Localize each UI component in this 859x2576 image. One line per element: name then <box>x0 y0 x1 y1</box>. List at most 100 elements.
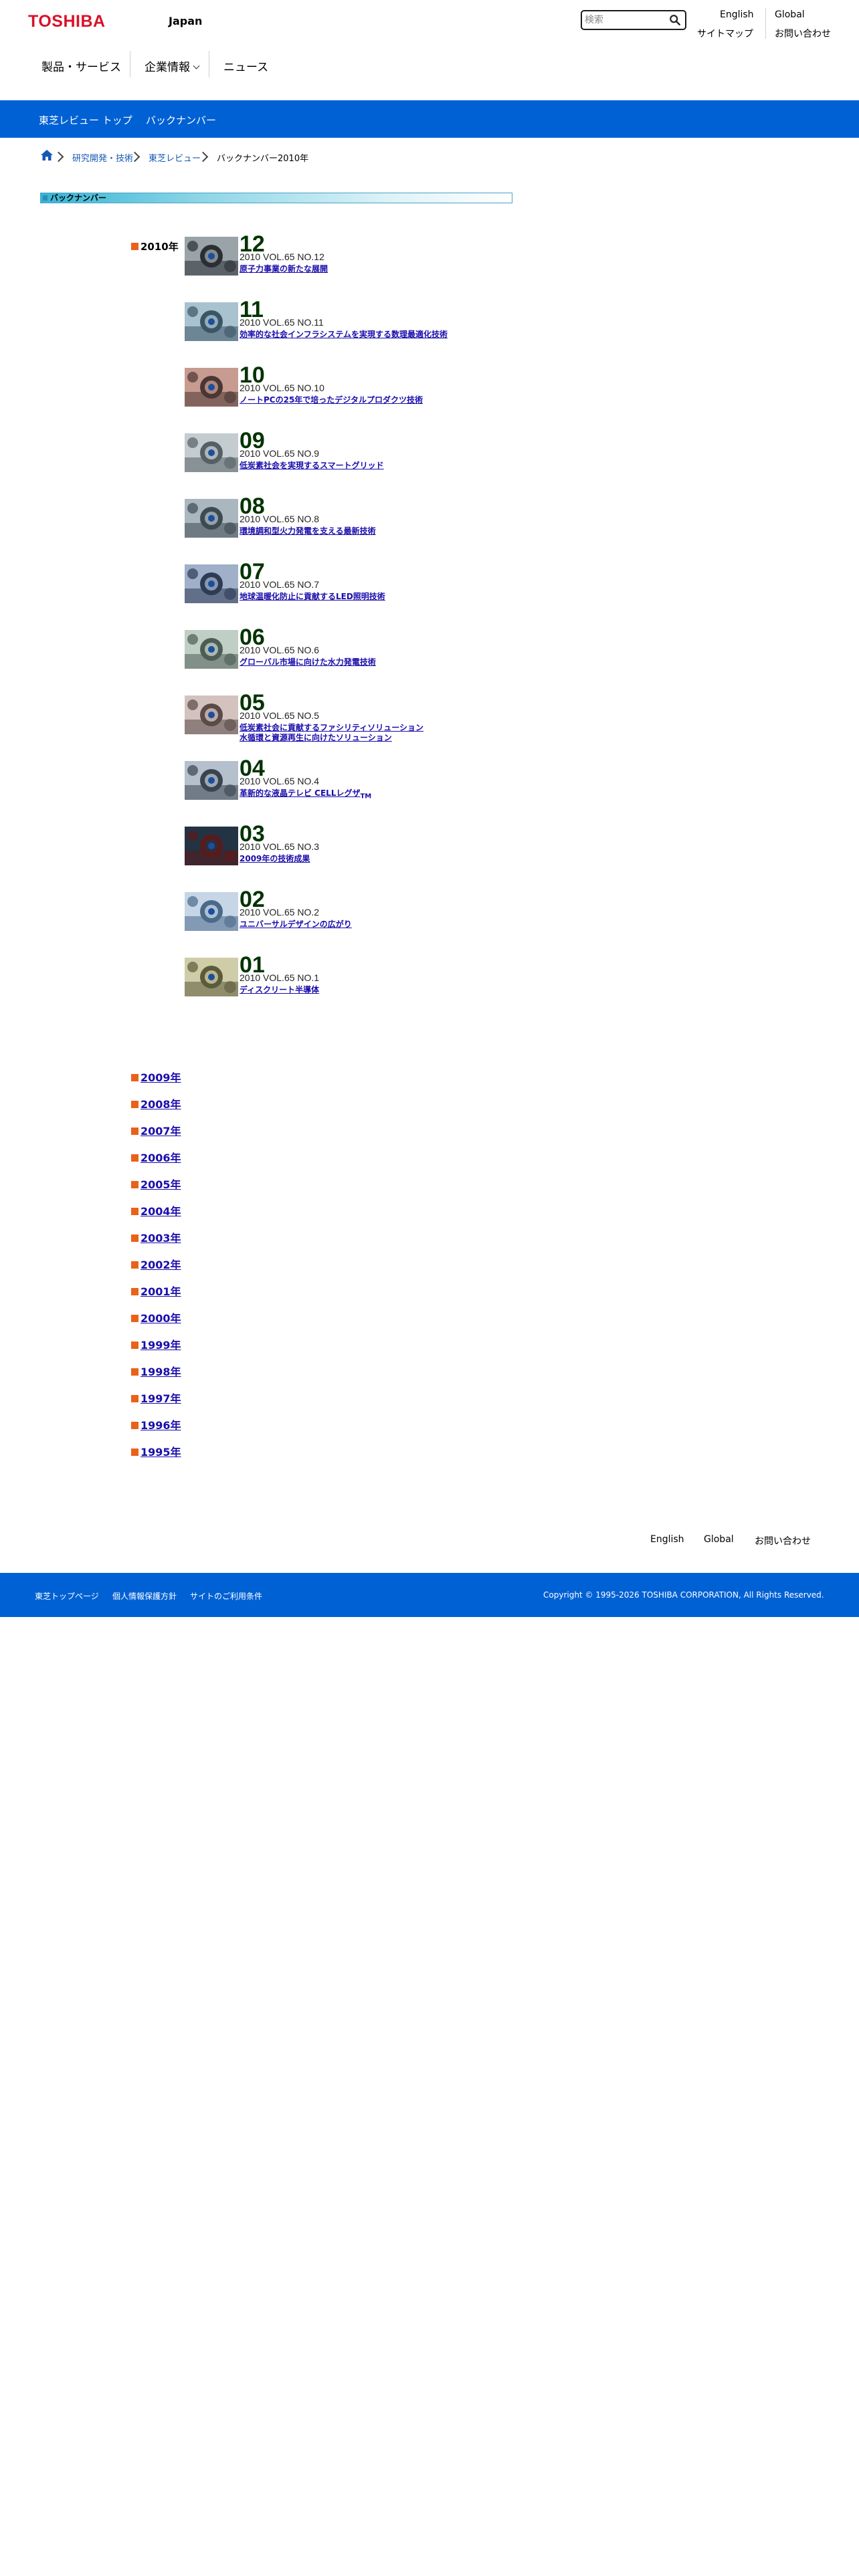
issue-title-link[interactable]: 水循環と資源再生に向けたソリューション <box>240 733 392 742</box>
year-link[interactable]: 2005年 <box>140 1178 181 1191</box>
year-link-item: 2006年 <box>131 1149 181 1165</box>
issue-title-link[interactable]: グローバル市場に向けた水力発電技術 <box>240 657 376 667</box>
issue-volume: 2010 VOL.65 NO.7 <box>240 579 320 590</box>
search-input[interactable] <box>585 13 665 27</box>
cover-image <box>185 302 238 341</box>
issue-cover-thumbnail[interactable] <box>185 958 238 996</box>
year-link-item: 2009年 <box>131 1069 181 1085</box>
issue-item: 07 2010 VOL.65 NO.7 地球温暖化防止に貢献するLED照明技術 <box>185 560 466 618</box>
year-link-item: 2000年 <box>131 1309 181 1325</box>
footer-contact-link[interactable]: お問い合わせ <box>755 1534 811 1547</box>
util-contact-link[interactable]: お問い合わせ <box>775 27 831 40</box>
bullet-square-icon <box>131 1315 138 1322</box>
issue-title: グローバル市場に向けた水力発電技術 <box>240 657 460 667</box>
year-link[interactable]: 2008年 <box>140 1098 181 1111</box>
cover-image <box>185 695 238 734</box>
issue-title-link[interactable]: 低炭素社会に貢献するファシリティソリューション <box>240 723 423 732</box>
issue-volume: 2010 VOL.65 NO.9 <box>240 448 320 459</box>
bullet-square-icon <box>131 1128 138 1135</box>
issue-volume: 2010 VOL.65 NO.8 <box>240 514 320 524</box>
year-link[interactable]: 2001年 <box>140 1285 181 1298</box>
toshiba-logo[interactable]: TOSHIBA <box>28 12 106 31</box>
issue-volume: 2010 VOL.65 NO.12 <box>240 251 324 262</box>
issue-cover-thumbnail[interactable] <box>185 695 238 734</box>
footer-privacy-link[interactable]: 個人情報保護方針 <box>112 1590 177 1602</box>
issue-title-link[interactable]: 低炭素社会を実現するスマートグリッド <box>240 461 384 470</box>
util-global-link[interactable]: Global <box>775 9 805 20</box>
year-link[interactable]: 2002年 <box>140 1259 181 1271</box>
footer-english-link[interactable]: English <box>650 1534 684 1545</box>
util-sitemap-link[interactable]: サイトマップ <box>697 27 753 40</box>
breadcrumb-review-link[interactable]: 東芝レビュー <box>149 154 201 164</box>
footer-global-link[interactable]: Global <box>704 1534 734 1545</box>
bullet-square-icon <box>131 1422 138 1429</box>
bullet-square-icon <box>131 1074 138 1081</box>
year-link[interactable]: 2007年 <box>140 1125 181 1138</box>
issue-title: 低炭素社会に貢献するファシリティソリューション 水循環と資源再生に向けたソリューシ… <box>240 723 460 743</box>
search-box[interactable] <box>581 10 686 30</box>
issue-title-link[interactable]: 環境調和型火力発電を支える最新技術 <box>240 526 376 536</box>
subnav-review-top[interactable]: 東芝レビュー トップ <box>39 113 132 127</box>
issue-cover-thumbnail[interactable] <box>185 237 238 276</box>
footer-top-link[interactable]: 東芝トップページ <box>35 1590 99 1602</box>
cover-image <box>185 368 238 407</box>
issue-title: 2009年の技術成果 <box>240 854 460 864</box>
nav-products[interactable]: 製品・サービス <box>41 58 121 74</box>
issue-cover-thumbnail[interactable] <box>185 892 238 931</box>
issue-cover-thumbnail[interactable] <box>185 564 238 603</box>
issue-cover-thumbnail[interactable] <box>185 368 238 407</box>
issue-title-link[interactable]: 革新的な液晶テレビ CELLレグザ <box>240 788 360 798</box>
year-link[interactable]: 1998年 <box>140 1366 181 1378</box>
year-link-item: 1995年 <box>131 1443 181 1459</box>
issue-cover-thumbnail[interactable] <box>185 302 238 341</box>
search-icon[interactable] <box>669 14 681 26</box>
issue-cover-thumbnail[interactable] <box>185 761 238 800</box>
issue-volume: 2010 VOL.65 NO.3 <box>240 841 320 852</box>
year-link[interactable]: 2009年 <box>140 1071 181 1084</box>
cover-image <box>185 892 238 931</box>
issue-cover-thumbnail[interactable] <box>185 499 238 538</box>
cover-image <box>185 827 238 865</box>
issue-cover-thumbnail[interactable] <box>185 827 238 865</box>
year-link[interactable]: 1999年 <box>140 1339 181 1352</box>
year-link-item: 2005年 <box>131 1176 181 1192</box>
subnav-backnumber[interactable]: バックナンバー <box>146 113 216 127</box>
issue-title: 革新的な液晶テレビ CELLレグザTM <box>240 788 460 801</box>
issue-item: 05 2010 VOL.65 NO.5 低炭素社会に貢献するファシリティソリューショ… <box>185 691 466 749</box>
issue-cover-thumbnail[interactable] <box>185 433 238 472</box>
chevron-right-icon <box>53 151 64 163</box>
bullet-square-icon <box>131 1208 138 1215</box>
issue-title-link[interactable]: ノートPCの25年で培ったデジタルプロダクツ技術 <box>240 395 423 405</box>
home-icon[interactable] <box>40 149 54 161</box>
issue-title-link[interactable]: ディスクリート半導体 <box>240 985 319 994</box>
bullet-square-icon <box>131 1288 138 1295</box>
year-link[interactable]: 2000年 <box>140 1312 181 1325</box>
chevron-down-icon <box>193 62 200 70</box>
cover-image <box>185 761 238 800</box>
util-english-link[interactable]: English <box>720 9 754 20</box>
year-link[interactable]: 2004年 <box>140 1205 181 1218</box>
year-link[interactable]: 1995年 <box>140 1446 181 1459</box>
issue-volume: 2010 VOL.65 NO.10 <box>240 383 324 393</box>
year-link[interactable]: 2006年 <box>140 1152 181 1164</box>
issue-item: 10 2010 VOL.65 NO.10 ノートPCの25年で培ったデジタルプロダク… <box>185 364 466 421</box>
year-link[interactable]: 2003年 <box>140 1232 181 1245</box>
cover-image <box>185 237 238 276</box>
issue-title-link[interactable]: 原子力事業の新たな展開 <box>240 264 328 274</box>
breadcrumb-rnd-link[interactable]: 研究開発・技術 <box>72 154 133 164</box>
nav-company[interactable]: 企業情報 <box>145 58 200 74</box>
issue-title-link[interactable]: 効率的な社会インフラシステムを実現する数理最適化技術 <box>240 330 448 339</box>
year-link[interactable]: 1997年 <box>140 1392 181 1405</box>
issue-cover-thumbnail[interactable] <box>185 630 238 669</box>
nav-news[interactable]: ニュース <box>223 58 268 74</box>
section-marker <box>43 195 47 201</box>
issue-title-link[interactable]: 2009年の技術成果 <box>240 854 310 863</box>
year-link[interactable]: 1996年 <box>140 1419 181 1432</box>
issue-title-link[interactable]: ユニバーサルデザインの広がり <box>240 920 352 929</box>
breadcrumb-rnd[interactable]: 研究開発・技術 <box>72 151 133 164</box>
bullet-square-icon <box>131 1341 138 1349</box>
issue-title-link[interactable]: 地球温暖化防止に貢献するLED照明技術 <box>240 592 385 601</box>
footer-terms-link[interactable]: サイトのご利用条件 <box>190 1590 262 1602</box>
breadcrumb-review[interactable]: 東芝レビュー <box>149 151 201 164</box>
issue-volume: 2010 VOL.65 NO.11 <box>240 317 324 328</box>
